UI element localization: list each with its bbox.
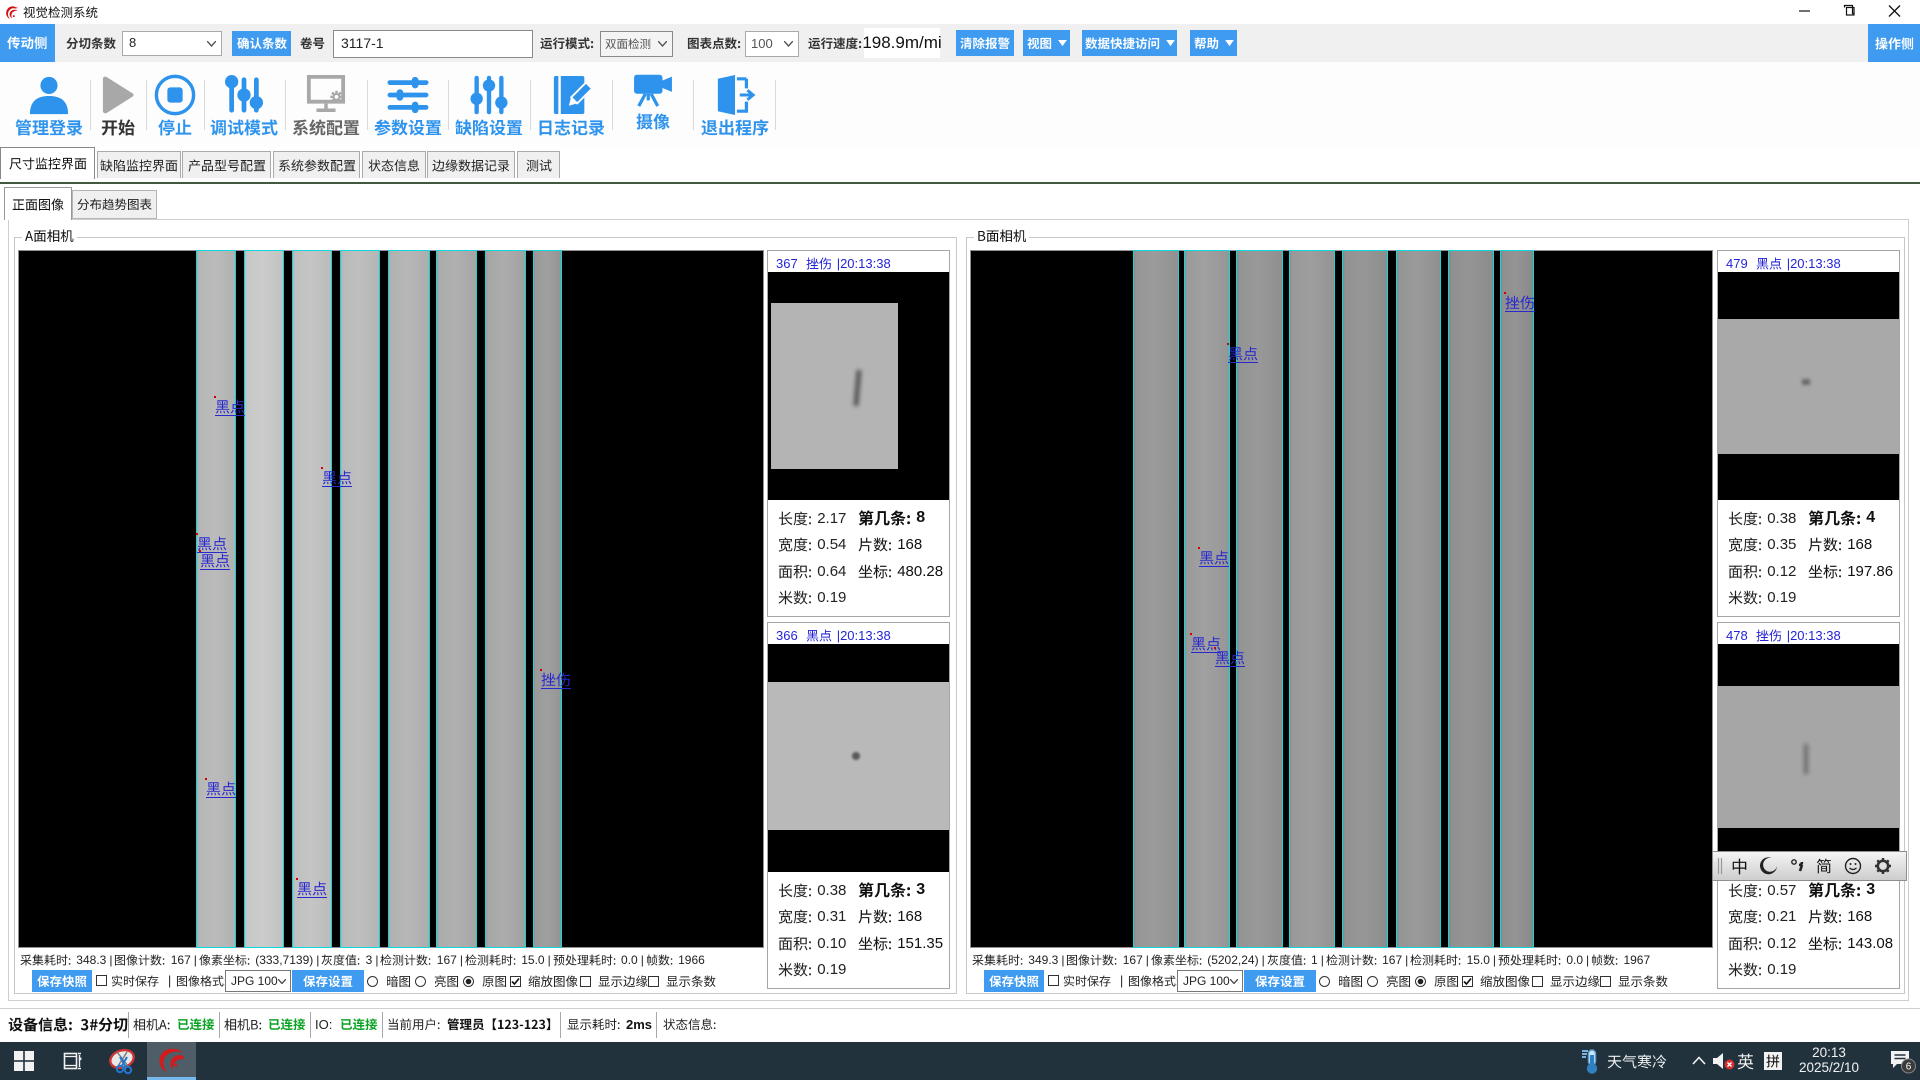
svg-text:6: 6 [1906,1062,1912,1073]
